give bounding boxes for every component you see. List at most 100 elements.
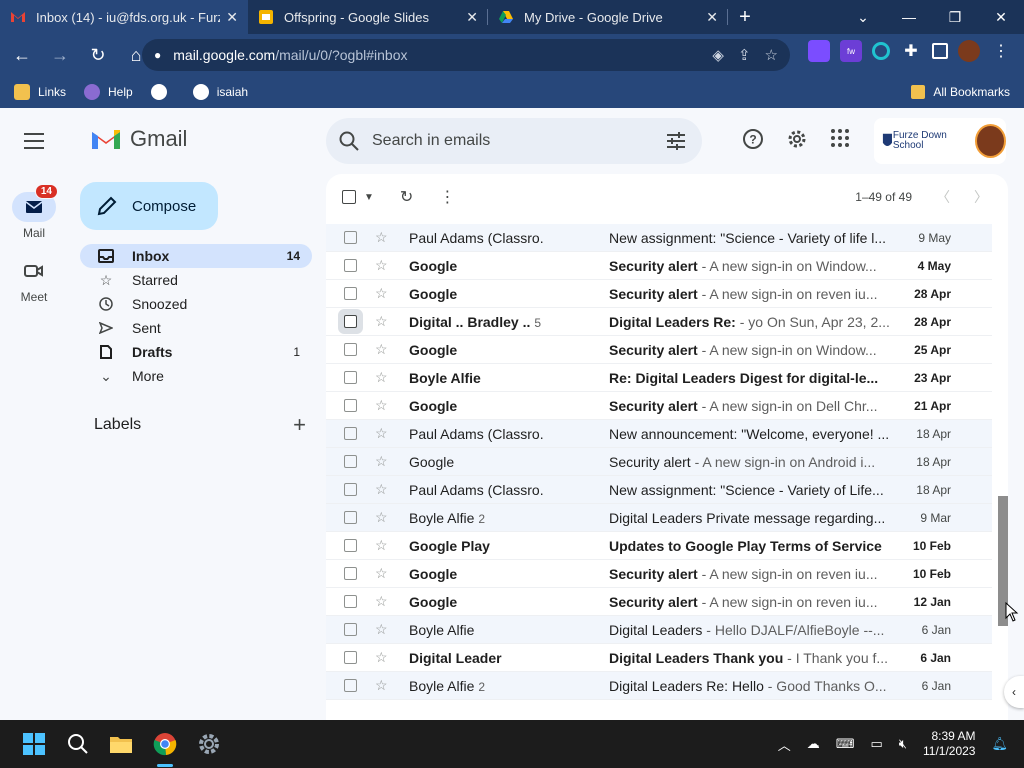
nav-snoozed[interactable]: Snoozed: [80, 292, 312, 316]
windows-start-icon[interactable]: [20, 730, 48, 758]
row-checkbox[interactable]: [344, 483, 357, 496]
email-row[interactable]: ☆ Boyle Alfie Digital Leaders - Hello DJAL…: [326, 616, 992, 644]
search-input[interactable]: Search in emails: [372, 132, 666, 150]
star-icon[interactable]: ☆: [375, 257, 391, 274]
show-hidden-icons-icon[interactable]: ︿: [778, 735, 791, 754]
bookmark-globe[interactable]: [150, 84, 175, 100]
close-icon[interactable]: ✕: [706, 9, 718, 26]
install-icon[interactable]: ◈: [712, 46, 724, 64]
refresh-icon[interactable]: ↻: [400, 187, 413, 207]
email-row[interactable]: ☆ Paul Adams (Classro. New announcement: "…: [326, 420, 992, 448]
sidepanel-icon[interactable]: [932, 43, 948, 59]
apps-grid-icon[interactable]: [830, 128, 850, 148]
star-icon[interactable]: ☆: [375, 341, 391, 358]
star-icon[interactable]: ☆: [375, 425, 391, 442]
star-icon[interactable]: ☆: [375, 453, 391, 470]
row-checkbox[interactable]: [344, 511, 357, 524]
menu-dots-icon[interactable]: ⋮: [990, 40, 1012, 62]
gmail-logo[interactable]: Gmail: [90, 126, 187, 152]
email-row[interactable]: ☆ Paul Adams (Classro. New assignment: "Sc…: [326, 224, 992, 252]
tab-drive[interactable]: My Drive - Google Drive ✕: [488, 0, 728, 34]
search-box[interactable]: Search in emails: [326, 118, 702, 164]
keyboard-icon[interactable]: ⌨: [836, 736, 855, 752]
avatar[interactable]: [974, 124, 1006, 158]
nav-sent[interactable]: Sent: [80, 316, 312, 340]
extension-fw-icon[interactable]: fw: [840, 40, 862, 62]
site-info-icon[interactable]: ●: [154, 48, 161, 62]
email-row[interactable]: ☆ Google Security alert - A new sign-in on…: [326, 588, 992, 616]
star-icon[interactable]: ☆: [375, 593, 391, 610]
bookmark-help[interactable]: Help: [84, 84, 133, 100]
tab-search-icon[interactable]: ⌄: [840, 0, 886, 34]
new-tab-button[interactable]: +: [728, 0, 762, 34]
row-checkbox[interactable]: [344, 427, 357, 440]
row-checkbox[interactable]: [344, 595, 357, 608]
rail-mail[interactable]: 14 Mail: [0, 184, 68, 240]
extension-purple-icon[interactable]: [808, 40, 830, 62]
row-checkbox[interactable]: [344, 651, 357, 664]
row-checkbox[interactable]: [344, 567, 357, 580]
select-all-checkbox[interactable]: [342, 190, 356, 204]
bookmark-star-icon[interactable]: ☆: [765, 46, 778, 64]
main-menu-icon[interactable]: [20, 130, 48, 152]
email-row[interactable]: ☆ Google Security alert - A new sign-in on…: [326, 392, 992, 420]
row-checkbox[interactable]: [344, 455, 357, 468]
share-icon[interactable]: ⇪: [738, 46, 751, 64]
restore-icon[interactable]: ❐: [932, 0, 978, 34]
email-row[interactable]: ☆ Paul Adams (Classro. New assignment: "Sc…: [326, 476, 992, 504]
star-icon[interactable]: ☆: [375, 621, 391, 638]
taskbar-search-icon[interactable]: [64, 730, 92, 758]
profile-avatar-icon[interactable]: [958, 40, 980, 62]
settings-app-icon[interactable]: [195, 730, 223, 758]
bookmark-links[interactable]: Links: [14, 84, 66, 100]
email-row[interactable]: ☆ Boyle Alfie 2 Digital Leaders Private mes…: [326, 504, 992, 532]
email-row[interactable]: ☆ Google Security alert - A new sign-in on…: [326, 560, 992, 588]
nav-inbox[interactable]: Inbox 14: [80, 244, 312, 268]
email-row[interactable]: ☆ Digital Leader Digital Leaders Thank you…: [326, 644, 992, 672]
rail-meet[interactable]: Meet: [0, 256, 68, 304]
bookmark-isaiah[interactable]: isaiah: [192, 84, 248, 100]
notifications-bell-icon[interactable]: 🔔︎: [991, 736, 1008, 752]
star-icon[interactable]: ☆: [375, 481, 391, 498]
star-icon[interactable]: ☆: [375, 397, 391, 414]
star-icon[interactable]: ☆: [375, 509, 391, 526]
all-bookmarks[interactable]: All Bookmarks: [911, 85, 1010, 99]
select-dropdown-icon[interactable]: ▼: [364, 192, 374, 203]
chrome-icon[interactable]: [151, 730, 179, 758]
volume-icon[interactable]: 🔇︎: [899, 736, 907, 752]
star-icon[interactable]: ☆: [375, 313, 391, 330]
row-checkbox[interactable]: [344, 371, 357, 384]
extension-teal-icon[interactable]: [872, 42, 890, 60]
email-row[interactable]: ☆ Google Security alert - A new sign-in on…: [326, 336, 992, 364]
back-icon[interactable]: ←: [6, 39, 38, 71]
close-window-icon[interactable]: ✕: [978, 0, 1024, 34]
row-checkbox[interactable]: [344, 315, 357, 328]
more-options-icon[interactable]: ⋮: [439, 187, 455, 207]
star-icon[interactable]: ☆: [375, 285, 391, 302]
row-checkbox[interactable]: [344, 287, 357, 300]
nav-more[interactable]: ⌄ More: [80, 364, 312, 388]
email-row[interactable]: ☆ Boyle Alfie Re: Digital Leaders Digest f…: [326, 364, 992, 392]
row-checkbox[interactable]: [344, 679, 357, 692]
nav-starred[interactable]: ☆ Starred: [80, 268, 312, 292]
minimize-icon[interactable]: —: [886, 0, 932, 34]
tab-slides[interactable]: Offspring - Google Slides ✕: [248, 0, 488, 34]
network-icon[interactable]: ▭: [870, 736, 882, 752]
row-checkbox[interactable]: [344, 343, 357, 356]
clock[interactable]: 8:39 AM 11/1/2023: [923, 729, 976, 759]
email-row[interactable]: ☆ Digital .. Bradley .. 5 Digital Leaders R…: [326, 308, 992, 336]
row-checkbox[interactable]: [344, 539, 357, 552]
email-row[interactable]: ☆ Google Security alert - A new sign-in on…: [326, 252, 992, 280]
compose-button[interactable]: Compose: [80, 182, 218, 230]
add-label-icon[interactable]: +: [293, 414, 306, 436]
star-icon[interactable]: ☆: [375, 565, 391, 582]
star-icon[interactable]: ☆: [375, 537, 391, 554]
row-checkbox[interactable]: [344, 399, 357, 412]
star-icon[interactable]: ☆: [375, 649, 391, 666]
help-icon[interactable]: ?: [742, 128, 764, 150]
close-icon[interactable]: ✕: [466, 9, 478, 26]
puzzle-icon[interactable]: ✚: [900, 40, 922, 62]
close-icon[interactable]: ✕: [226, 9, 238, 26]
star-icon[interactable]: ☆: [375, 369, 391, 386]
address-bar[interactable]: ● mail.google.com/mail/u/0/?ogbl#inbox ◈…: [142, 39, 790, 71]
